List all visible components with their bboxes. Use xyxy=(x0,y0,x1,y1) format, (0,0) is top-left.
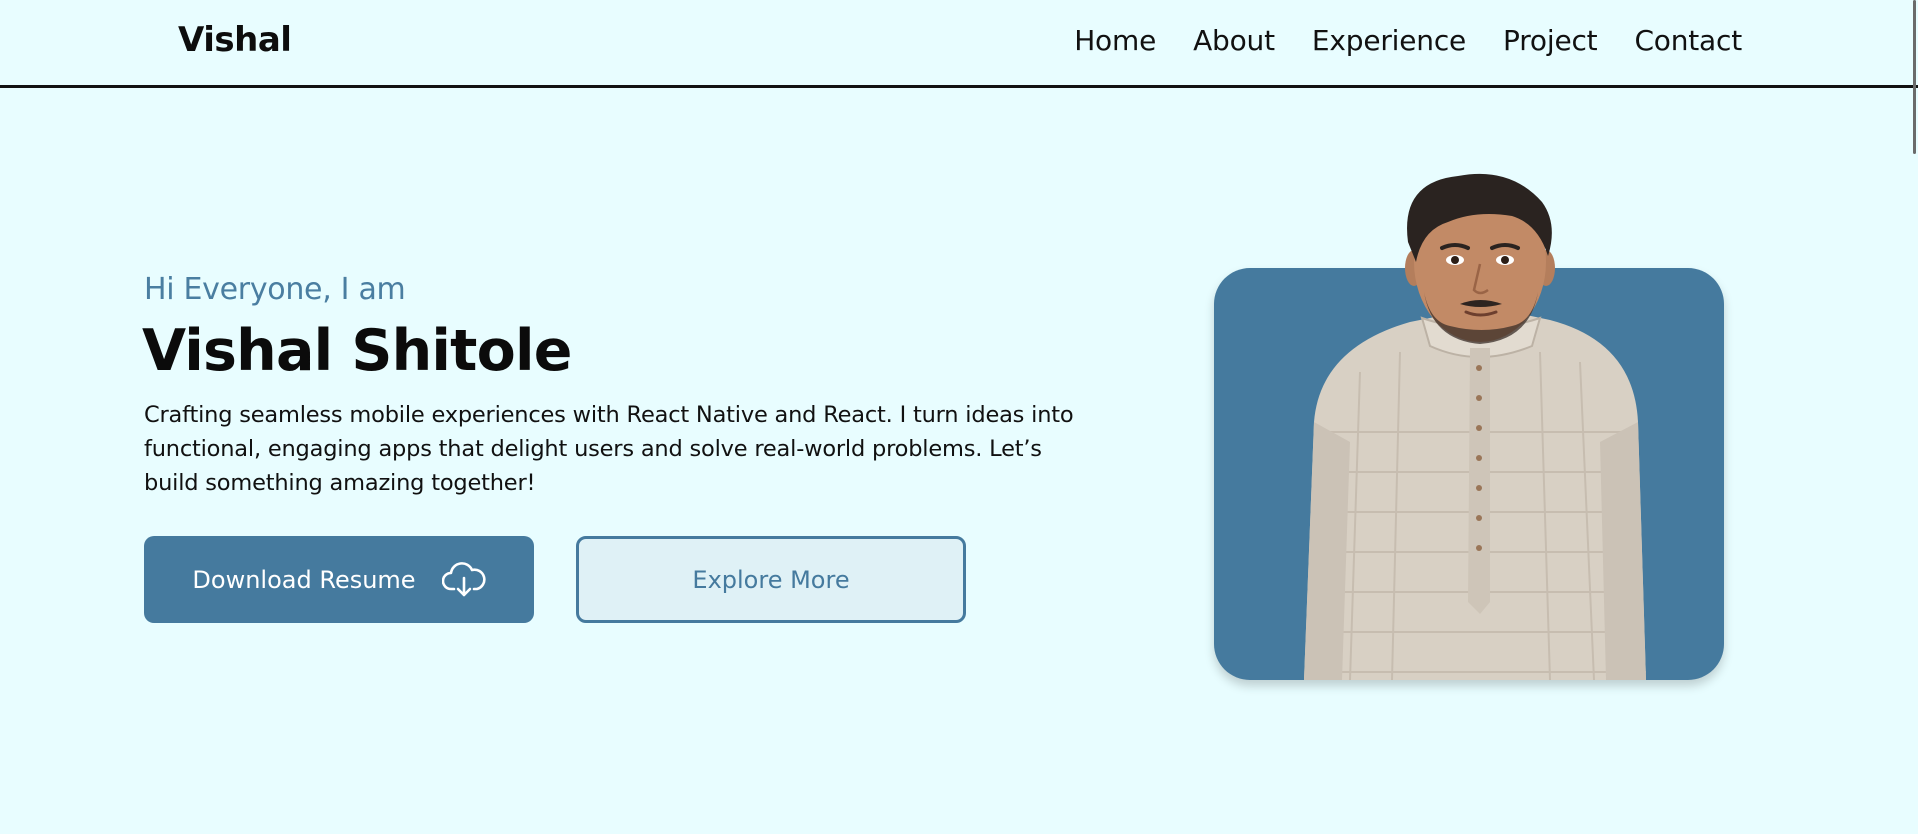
page: Vishal Home About Experience Project Con… xyxy=(0,0,1918,834)
page-scrollbar[interactable] xyxy=(1906,0,1918,834)
hero-greeting: Hi Everyone, I am xyxy=(144,272,406,307)
hero-name: Vishal Shitole xyxy=(142,318,572,384)
nav-experience[interactable]: Experience xyxy=(1312,24,1466,57)
logo[interactable]: Vishal xyxy=(178,20,292,60)
download-resume-button[interactable]: Download Resume xyxy=(144,536,534,623)
download-resume-label: Download Resume xyxy=(192,565,416,594)
nav-contact[interactable]: Contact xyxy=(1634,24,1742,57)
nav-home[interactable]: Home xyxy=(1074,24,1156,57)
cloud-download-icon xyxy=(441,561,486,596)
nav-project[interactable]: Project xyxy=(1503,24,1598,57)
nav-about[interactable]: About xyxy=(1193,24,1275,57)
explore-more-button[interactable]: Explore More xyxy=(576,536,966,623)
explore-more-label: Explore More xyxy=(692,565,850,594)
main-nav: Home About Experience Project Contact xyxy=(1074,24,1742,57)
site-header: Vishal Home About Experience Project Con… xyxy=(0,0,1918,88)
hero-tagline: Crafting seamless mobile experiences wit… xyxy=(144,402,1074,496)
scrollbar-thumb[interactable] xyxy=(1913,0,1916,154)
profile-photo xyxy=(1304,173,1646,680)
